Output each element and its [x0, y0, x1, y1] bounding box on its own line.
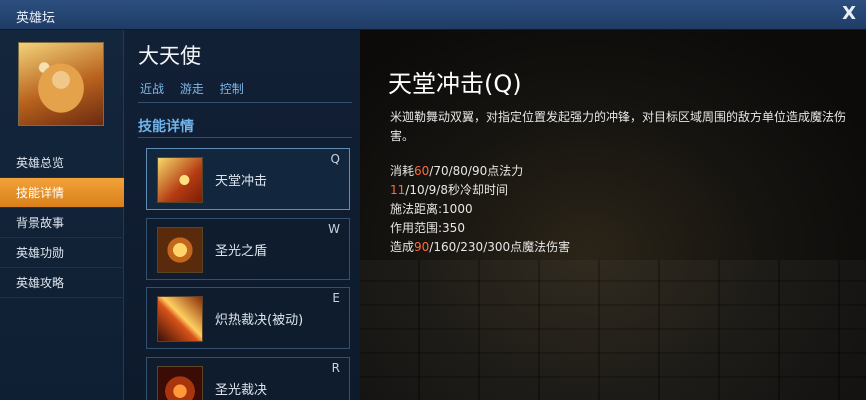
sidebar-item-achievements[interactable]: 英雄功勋: [0, 238, 124, 268]
hero-tag[interactable]: 近战: [140, 82, 164, 96]
holy-judgment-icon: [157, 366, 203, 400]
sidebar-item-overview[interactable]: 英雄总览: [0, 148, 124, 178]
skill-key: R: [331, 361, 340, 375]
skill-stats: 消耗60/70/80/90点法力 11/10/9/8秒冷却时间 施法距离:100…: [390, 162, 570, 257]
blazing-judgment-icon: [157, 296, 203, 342]
stat-range: 施法距离:1000: [390, 202, 473, 216]
divider: [138, 102, 352, 103]
hero-tag[interactable]: 控制: [220, 82, 244, 96]
sidebar-item-story[interactable]: 背景故事: [0, 208, 124, 238]
hero-portrait: [18, 42, 104, 126]
sidebar-item-skills[interactable]: 技能详情: [0, 178, 124, 208]
divider: [138, 137, 352, 138]
skill-description: 米迦勒舞动双翼，对指定位置发起强力的冲锋，对目标区域周围的敌方单位造成魔法伤害。: [390, 110, 847, 143]
skill-item-r[interactable]: 圣光裁决 R: [146, 357, 350, 400]
skill-name: 圣光之盾: [215, 244, 268, 259]
sidebar-nav: 英雄总览 技能详情 背景故事 英雄功勋 英雄攻略: [0, 148, 124, 298]
skill-name: 圣光裁决: [215, 383, 268, 398]
hero-tag[interactable]: 游走: [180, 82, 204, 96]
skill-item-e[interactable]: 炽热裁决(被动) E: [146, 287, 350, 349]
section-title: 技能详情: [138, 119, 194, 135]
heaven-strike-icon: [157, 157, 203, 203]
skill-item-w[interactable]: 圣光之盾 W: [146, 218, 350, 280]
close-icon[interactable]: X: [842, 3, 856, 24]
skill-item-q[interactable]: 天堂冲击 Q: [146, 148, 350, 210]
hero-tags: 近战 游走 控制: [140, 80, 256, 97]
stat-damage: 造成90/160/230/300点魔法伤害: [390, 240, 571, 254]
skill-name: 天堂冲击: [215, 174, 268, 189]
skill-detail-title: 天堂冲击(Q): [388, 70, 522, 98]
holy-shield-icon: [157, 227, 203, 273]
stat-cost: 消耗60/70/80/90点法力: [390, 164, 524, 178]
skill-name: 炽热裁决(被动): [215, 313, 304, 328]
hero-name: 大天使: [138, 44, 201, 68]
skill-detail-panel: 天堂冲击(Q) 米迦勒舞动双翼，对指定位置发起强力的冲锋，对目标区域周围的敌方单…: [360, 30, 866, 400]
skill-key: E: [332, 291, 340, 305]
sidebar: 英雄总览 技能详情 背景故事 英雄功勋 英雄攻略: [0, 30, 124, 400]
stat-cooldown: 11/10/9/8秒冷却时间: [390, 183, 508, 197]
skill-key: Q: [330, 152, 340, 166]
sidebar-item-guide[interactable]: 英雄攻略: [0, 268, 124, 298]
window-title: 英雄坛: [16, 11, 56, 26]
skill-list-panel: 大天使 近战 游走 控制 技能详情 天堂冲击 Q 圣光之盾 W 炽热裁决(被动)…: [124, 30, 360, 400]
stat-area: 作用范围:350: [390, 221, 465, 235]
title-bar: 英雄坛 X: [0, 0, 866, 30]
skill-key: W: [328, 222, 340, 236]
